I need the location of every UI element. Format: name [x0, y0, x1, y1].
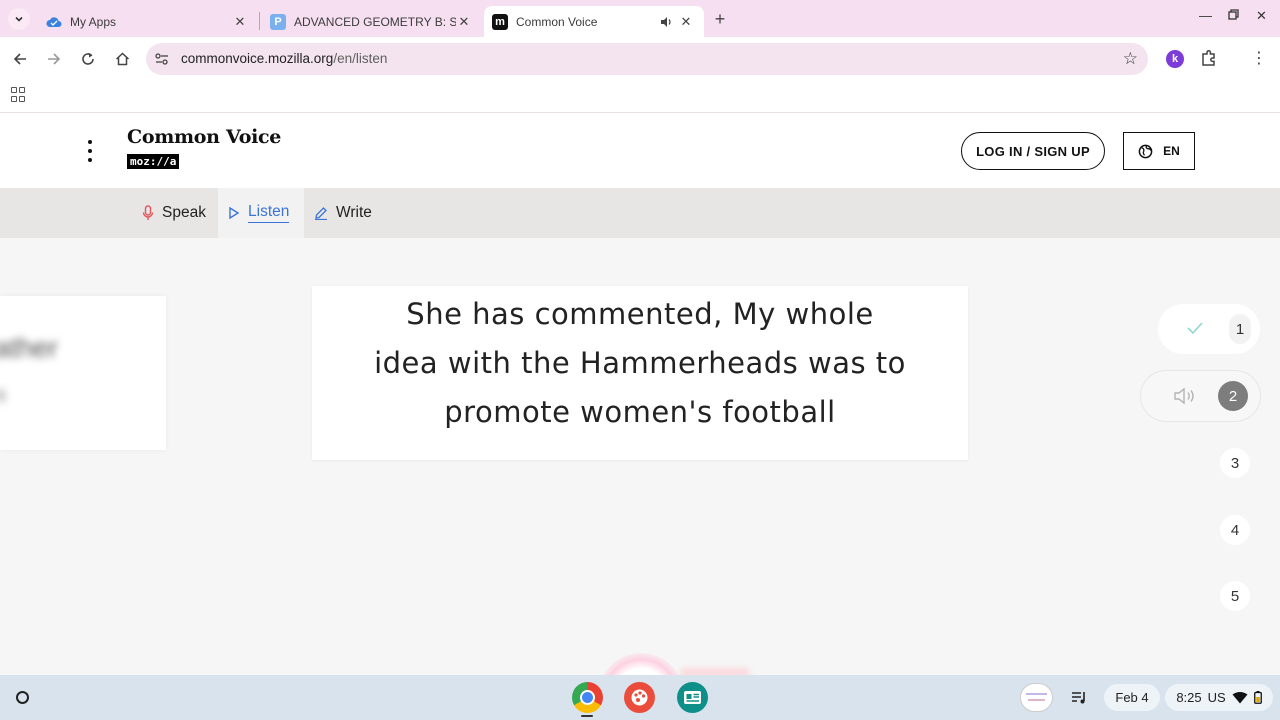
progress-step-2: 2 — [1140, 370, 1261, 422]
clip-sentence: She has commented, My whole idea with th… — [374, 297, 906, 429]
launcher-button[interactable] — [8, 683, 37, 712]
os-shelf: Feb 4 8:25 US — [0, 675, 1280, 720]
progress-step-4: 4 — [1220, 515, 1250, 545]
decorative-swoosh — [680, 668, 750, 675]
browser-toolbar: commonvoice.mozilla.org/en/listen ☆ k ⋮ — [0, 37, 1280, 81]
step-number: 2 — [1218, 381, 1248, 411]
previous-clip-card: ather s — [0, 296, 166, 450]
home-icon — [115, 52, 129, 66]
check-icon — [1187, 322, 1203, 335]
playlist-icon[interactable] — [1066, 685, 1092, 711]
language-label: EN — [1163, 144, 1180, 158]
reload-icon — [82, 53, 94, 65]
language-button[interactable]: EN — [1123, 132, 1195, 170]
tab-my-apps[interactable]: My Apps ✕ — [34, 6, 258, 37]
tote-thumbnail[interactable] — [1020, 683, 1053, 712]
globe-icon — [1138, 144, 1153, 158]
progress-step-5: 5 — [1220, 581, 1250, 611]
speaker-icon[interactable] — [658, 14, 674, 30]
region-label: US — [1207, 690, 1226, 705]
tab-advanced-geometry[interactable]: P ADVANCED GEOMETRY B: Sect ✕ — [258, 6, 482, 37]
tab-common-voice[interactable]: m Common Voice ✕ — [484, 6, 704, 37]
home-button[interactable] — [112, 49, 132, 69]
menu-kebab-icon[interactable] — [86, 140, 94, 162]
mozilla-logo[interactable]: moz://a — [127, 154, 180, 169]
step-number: 1 — [1229, 314, 1251, 344]
back-button[interactable] — [10, 49, 30, 69]
bookmarks-bar — [0, 81, 1280, 113]
site-settings-icon[interactable] — [154, 51, 170, 67]
launcher-circle-icon — [16, 691, 29, 704]
new-tab-button[interactable]: + — [710, 9, 730, 30]
close-window-icon[interactable]: ✕ — [1256, 8, 1267, 24]
chevron-down-icon — [15, 16, 23, 22]
date-tray[interactable]: Feb 4 — [1104, 684, 1160, 711]
time-label: 8:25 — [1176, 690, 1202, 705]
microphone-icon — [142, 205, 154, 220]
tab-title: My Apps — [70, 14, 117, 29]
arrow-left-icon — [13, 53, 26, 65]
tab-title: ADVANCED GEOMETRY B: Sect — [294, 14, 456, 29]
nav-listen[interactable]: Listen — [218, 188, 304, 238]
contribute-nav: Speak Listen Write — [0, 188, 1280, 238]
speaker-icon — [1174, 387, 1194, 405]
apps-grid-icon[interactable] — [11, 87, 27, 103]
close-icon[interactable]: ✕ — [232, 14, 248, 30]
play-icon — [229, 206, 240, 220]
progress-step-3: 3 — [1220, 448, 1250, 478]
restore-icon[interactable] — [1228, 8, 1239, 23]
classroom-app-icon[interactable] — [677, 682, 708, 713]
reload-button[interactable] — [78, 49, 98, 69]
extension-k-icon[interactable]: k — [1166, 50, 1184, 68]
brand-title[interactable]: Common Voice — [127, 126, 281, 148]
progress-step-1: 1 — [1158, 304, 1260, 354]
nav-write[interactable]: Write — [304, 188, 382, 238]
p-icon: P — [270, 13, 286, 30]
site-header: Common Voice moz://a LOG IN / SIGN UP EN — [0, 113, 1280, 188]
forward-button[interactable] — [44, 49, 64, 69]
cloud-icon — [46, 14, 62, 30]
date-label: Feb 4 — [1115, 690, 1149, 705]
sentence-card: She has commented, My whole idea with th… — [312, 286, 968, 460]
arrow-right-icon — [48, 53, 61, 65]
close-icon[interactable]: ✕ — [678, 14, 694, 30]
play-button[interactable] — [598, 653, 684, 675]
address-bar[interactable]: commonvoice.mozilla.org/en/listen ☆ — [146, 43, 1148, 75]
bookmark-star-icon[interactable]: ☆ — [1123, 49, 1138, 69]
tab-strip: My Apps ✕ P ADVANCED GEOMETRY B: Sect ✕ … — [0, 0, 1280, 37]
chrome-menu-icon[interactable]: ⋮ — [1251, 48, 1267, 68]
status-tray[interactable]: 8:25 US — [1165, 684, 1273, 711]
minimize-icon[interactable]: — — [1199, 8, 1212, 23]
close-icon[interactable]: ✕ — [456, 14, 472, 30]
extensions-puzzle-icon[interactable] — [1200, 49, 1218, 67]
nav-speak[interactable]: Speak — [132, 188, 216, 238]
login-signup-button[interactable]: LOG IN / SIGN UP — [961, 132, 1105, 170]
url-text: commonvoice.mozilla.org/en/listen — [181, 51, 388, 66]
page-content: Common Voice moz://a LOG IN / SIGN UP EN… — [0, 113, 1280, 675]
chrome-app-icon[interactable] — [572, 682, 603, 713]
m-icon: m — [492, 13, 508, 30]
pencil-icon — [315, 207, 327, 220]
tab-title: Common Voice — [516, 14, 598, 29]
tab-search-button[interactable] — [8, 8, 30, 30]
active-app-indicator — [581, 715, 593, 717]
canvas-app-icon[interactable] — [624, 682, 655, 713]
wifi-icon — [1232, 691, 1248, 703]
battery-icon — [1253, 691, 1262, 704]
